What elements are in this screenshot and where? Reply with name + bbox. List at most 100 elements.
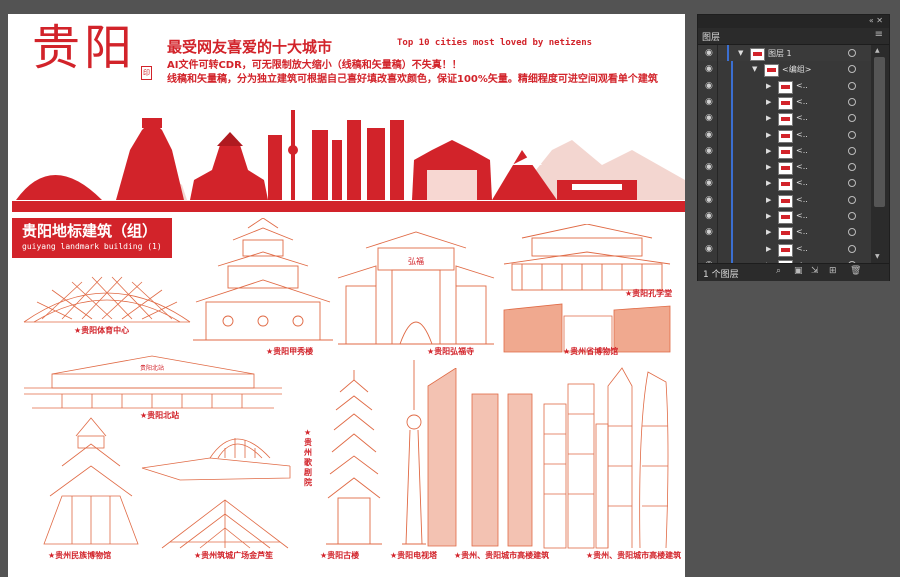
target-circle-icon[interactable] bbox=[848, 228, 856, 237]
layer-name[interactable]: <.. bbox=[796, 227, 808, 236]
target-circle-icon[interactable] bbox=[848, 97, 856, 106]
layer-item-row[interactable]: ◉ ▶ <.. bbox=[698, 159, 871, 178]
expand-arrow-icon[interactable]: ▶ bbox=[766, 147, 771, 155]
lock-slot[interactable] bbox=[717, 240, 718, 258]
eye-icon[interactable]: ◉ bbox=[705, 64, 713, 74]
scroll-up-icon[interactable]: ▲ bbox=[875, 47, 880, 54]
search-icon[interactable]: ⌕ bbox=[776, 266, 781, 276]
expand-arrow-icon[interactable]: ▶ bbox=[766, 228, 771, 236]
eye-icon[interactable]: ◉ bbox=[705, 48, 713, 58]
expand-arrow-icon[interactable]: ▶ bbox=[766, 163, 771, 171]
layer-thumbnail bbox=[778, 80, 793, 94]
lock-slot[interactable] bbox=[717, 224, 718, 242]
target-circle-icon[interactable] bbox=[848, 195, 856, 204]
target-circle-icon[interactable] bbox=[848, 244, 856, 253]
layer-color-bar bbox=[731, 159, 733, 177]
layer-item-row[interactable]: ◉ ▶ <.. bbox=[698, 110, 871, 129]
expand-arrow-icon[interactable]: ▶ bbox=[766, 212, 771, 220]
eye-icon[interactable]: ◉ bbox=[705, 130, 713, 140]
eye-icon[interactable]: ◉ bbox=[705, 81, 713, 91]
target-circle-icon[interactable] bbox=[848, 65, 856, 74]
target-circle-icon[interactable] bbox=[848, 81, 856, 90]
layer-item-row[interactable]: ◉ ▶ <.. bbox=[698, 142, 871, 161]
group-row[interactable]: ◉ ▼ <编组> bbox=[698, 61, 871, 80]
layer-name[interactable]: <.. bbox=[796, 81, 808, 90]
eye-icon[interactable]: ◉ bbox=[705, 211, 713, 221]
close-icon[interactable]: ✕ bbox=[876, 16, 883, 25]
target-circle-icon[interactable] bbox=[848, 114, 856, 123]
new-layer-icon[interactable]: ⊞ bbox=[829, 266, 837, 276]
lock-slot[interactable] bbox=[717, 45, 718, 62]
layer-name[interactable]: <编组> bbox=[782, 64, 811, 75]
layer-name[interactable]: <.. bbox=[796, 130, 808, 139]
layer-name[interactable]: <.. bbox=[796, 97, 808, 106]
lock-slot[interactable] bbox=[717, 110, 718, 128]
panel-titlebar: « ✕ bbox=[698, 15, 889, 28]
sublayer-icon[interactable]: ⇲ bbox=[811, 266, 819, 276]
layer-item-row[interactable]: ◉ ▶ <.. bbox=[698, 208, 871, 226]
collapse-arrow-icon[interactable]: ▼ bbox=[752, 65, 757, 73]
layer-color-bar bbox=[731, 191, 733, 209]
expand-arrow-icon[interactable]: ▶ bbox=[766, 82, 771, 90]
hongfu-gate-drawing: 弘福 bbox=[337, 231, 495, 345]
lock-slot[interactable] bbox=[717, 61, 718, 79]
panel-controls[interactable]: « ✕ bbox=[869, 16, 883, 25]
make-clip-mask-icon[interactable]: ▣ bbox=[794, 266, 803, 276]
eye-icon[interactable]: ◉ bbox=[705, 195, 713, 205]
lock-slot[interactable] bbox=[717, 208, 718, 225]
eye-icon[interactable]: ◉ bbox=[705, 162, 713, 172]
lock-slot[interactable] bbox=[717, 159, 718, 177]
layer-name[interactable]: <.. bbox=[796, 211, 808, 220]
eye-icon[interactable]: ◉ bbox=[705, 97, 713, 107]
hamburger-icon[interactable]: ≡ bbox=[875, 29, 883, 40]
expand-arrow-icon[interactable]: ▶ bbox=[766, 131, 771, 139]
double-chevron-icon[interactable]: « bbox=[869, 16, 874, 25]
scrollbar-thumb[interactable] bbox=[874, 57, 885, 207]
layer-row[interactable]: ◉ ▼ 图层 1 bbox=[698, 45, 871, 63]
target-circle-icon[interactable] bbox=[848, 146, 856, 155]
layer-name[interactable]: 图层 1 bbox=[768, 48, 792, 59]
layer-item-row[interactable]: ◉ ▶ <.. bbox=[698, 224, 871, 243]
lock-slot[interactable] bbox=[717, 77, 718, 95]
target-circle-icon[interactable] bbox=[848, 212, 856, 220]
expand-arrow-icon[interactable]: ▶ bbox=[766, 245, 771, 253]
expand-arrow-icon[interactable]: ▶ bbox=[766, 179, 771, 187]
target-circle-icon[interactable] bbox=[848, 49, 856, 57]
layer-item-row[interactable]: ◉ ▶ <.. bbox=[698, 77, 871, 96]
layer-item-row[interactable]: ◉ ▶ <.. bbox=[698, 191, 871, 210]
lock-slot[interactable] bbox=[717, 191, 718, 209]
collapse-arrow-icon[interactable]: ▼ bbox=[738, 49, 743, 57]
layer-name[interactable]: <.. bbox=[796, 195, 808, 204]
lock-slot[interactable] bbox=[717, 142, 718, 160]
caption-hongfu: ★贵阳弘福寺 bbox=[427, 347, 475, 356]
caption-plaza: ★贵州筑城广场金芦笙 bbox=[194, 551, 274, 560]
expand-arrow-icon[interactable]: ▶ bbox=[766, 98, 771, 106]
lock-slot[interactable] bbox=[717, 93, 718, 111]
layer-item-row[interactable]: ◉ ▶ <.. bbox=[698, 93, 871, 112]
layer-name[interactable]: <.. bbox=[796, 162, 808, 171]
expand-arrow-icon[interactable]: ▶ bbox=[766, 196, 771, 204]
target-circle-icon[interactable] bbox=[848, 130, 856, 139]
eye-icon[interactable]: ◉ bbox=[705, 244, 713, 254]
layer-name[interactable]: <.. bbox=[796, 178, 808, 187]
lock-slot[interactable] bbox=[717, 175, 718, 193]
layer-name[interactable]: <.. bbox=[796, 146, 808, 155]
layer-item-row[interactable]: ◉ ▶ <.. bbox=[698, 240, 871, 259]
eye-icon[interactable]: ◉ bbox=[705, 227, 713, 237]
expand-arrow-icon[interactable]: ▶ bbox=[766, 114, 771, 122]
layers-panel: « ✕ 图层 ≡ ◉ ▼ 图层 1 ◉ ▼ <编组> ◉ ▶ <.. ◉ ▶ <.. ◉ ▶ <.. ◉ ▶ <.… bbox=[697, 14, 890, 281]
delete-icon[interactable]: 🗑 bbox=[850, 266, 861, 276]
scroll-down-icon[interactable]: ▼ bbox=[875, 253, 880, 260]
lock-slot[interactable] bbox=[717, 126, 718, 144]
layer-thumbnail bbox=[778, 243, 793, 257]
layer-item-row[interactable]: ◉ ▶ <.. bbox=[698, 126, 871, 145]
layer-item-row[interactable]: ◉ ▶ <.. bbox=[698, 175, 871, 194]
target-circle-icon[interactable] bbox=[848, 179, 856, 188]
layer-name[interactable]: <.. bbox=[796, 244, 808, 253]
eye-icon[interactable]: ◉ bbox=[705, 146, 713, 156]
tab-layers[interactable]: 图层 bbox=[702, 30, 720, 43]
eye-icon[interactable]: ◉ bbox=[705, 113, 713, 123]
layer-name[interactable]: <.. bbox=[796, 113, 808, 122]
target-circle-icon[interactable] bbox=[848, 163, 856, 172]
eye-icon[interactable]: ◉ bbox=[705, 178, 713, 188]
